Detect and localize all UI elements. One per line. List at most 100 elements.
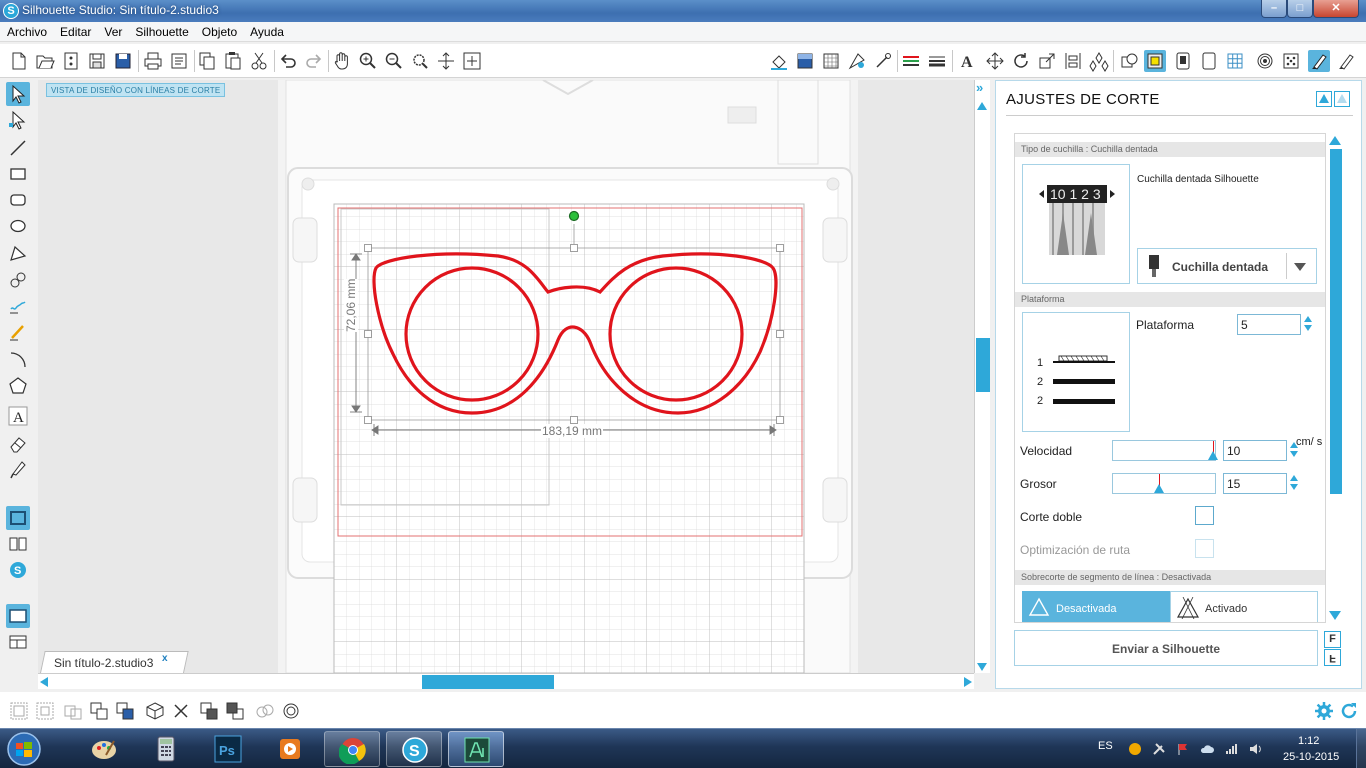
new-document-icon[interactable] — [8, 50, 30, 72]
menu-ver[interactable]: Ver — [97, 22, 128, 39]
polygon-tool-icon[interactable] — [6, 242, 30, 266]
line-style-icon[interactable] — [872, 50, 894, 72]
ungroup-icon[interactable] — [34, 700, 56, 722]
paint-icon[interactable] — [76, 731, 132, 767]
collapse-panel-icon[interactable]: » — [976, 81, 983, 94]
design-canvas[interactable]: VISTA DE DISEÑO CON LÍNEAS DE CORTE 72,0… — [38, 80, 974, 673]
panel-collapse-icon[interactable] — [1334, 91, 1350, 107]
line-thickness-icon[interactable] — [926, 50, 948, 72]
ellipse-tool-icon[interactable] — [6, 214, 30, 238]
offset-rings-icon[interactable] — [280, 700, 302, 722]
zoom-selection-icon[interactable] — [409, 50, 431, 72]
cut-settings-icon[interactable] — [1280, 50, 1302, 72]
drag-zoom-icon[interactable] — [435, 50, 457, 72]
panel-expand-icon[interactable] — [1316, 91, 1332, 107]
start-button[interactable] — [2, 730, 48, 768]
menu-ayuda[interactable]: Ayuda — [243, 22, 290, 39]
menu-silhouette[interactable]: Silhouette — [128, 22, 194, 39]
thickness-input[interactable]: 15 — [1223, 473, 1287, 494]
weld-icon[interactable] — [254, 700, 276, 722]
language-indicator[interactable]: ES — [1098, 740, 1113, 752]
thickness-spinner[interactable] — [1289, 473, 1299, 494]
trace-icon[interactable] — [1172, 50, 1194, 72]
scroll-down-icon[interactable] — [977, 663, 987, 671]
single-panel-icon[interactable] — [6, 604, 30, 628]
refresh-icon[interactable] — [1338, 700, 1360, 722]
eraser-icon[interactable] — [6, 432, 30, 456]
double-cut-checkbox[interactable] — [1195, 506, 1214, 525]
smooth-freehand-icon[interactable] — [6, 320, 30, 344]
speed-input[interactable]: 10 — [1223, 440, 1287, 461]
store-icon[interactable] — [1336, 50, 1358, 72]
menu-objeto[interactable]: Objeto — [195, 22, 243, 39]
volume-icon[interactable] — [1248, 742, 1262, 756]
cube-icon[interactable] — [144, 700, 166, 722]
align-icon[interactable] — [1062, 50, 1084, 72]
pan-hand-icon[interactable] — [331, 50, 353, 72]
rectangle-tool-icon[interactable] — [6, 162, 30, 186]
line-tool-icon[interactable] — [6, 136, 30, 160]
horizontal-scroll-thumb[interactable] — [422, 675, 554, 689]
line-color-icon[interactable] — [846, 50, 868, 72]
undo-icon[interactable] — [277, 50, 299, 72]
delete-icon[interactable] — [170, 700, 192, 722]
redo-icon[interactable] — [303, 50, 325, 72]
offset-icon[interactable] — [1144, 50, 1166, 72]
f-button-bottom[interactable]: F — [1324, 649, 1341, 666]
clock-date[interactable]: 25-10-2015 — [1283, 751, 1339, 763]
cut-lines-icon[interactable] — [900, 50, 922, 72]
fill-pattern-icon[interactable] — [820, 50, 842, 72]
page-setup-icon[interactable] — [1198, 50, 1220, 72]
modify-icon[interactable] — [1118, 50, 1140, 72]
platform-input[interactable]: 5 — [1237, 314, 1301, 335]
bring-forward-icon[interactable] — [198, 700, 220, 722]
tray-tools-icon[interactable] — [1152, 742, 1166, 756]
speed-slider[interactable] — [1112, 440, 1218, 461]
arc-tool-icon[interactable] — [6, 348, 30, 372]
tray-app-icon[interactable] — [1128, 742, 1142, 756]
app-icon[interactable]: S — [3, 3, 19, 19]
regular-polygon-icon[interactable] — [6, 374, 30, 398]
panel-scroll-thumb[interactable] — [1330, 149, 1342, 494]
online-store-icon[interactable]: S — [6, 558, 30, 582]
tray-cloud-icon[interactable] — [1200, 742, 1214, 756]
design-view-icon[interactable] — [6, 506, 30, 530]
illustrator-icon[interactable] — [448, 731, 504, 767]
fill-color-icon[interactable] — [768, 50, 790, 72]
edit-points-icon[interactable] — [6, 108, 30, 132]
thickness-slider[interactable] — [1112, 473, 1216, 494]
fit-to-page-icon[interactable] — [461, 50, 483, 72]
select-arrow-icon[interactable] — [6, 82, 30, 106]
cut-scissors-icon[interactable] — [248, 50, 270, 72]
chevron-down-icon[interactable] — [1294, 263, 1306, 271]
send-cut-icon[interactable] — [1308, 50, 1330, 72]
fill-gradient-icon[interactable] — [794, 50, 816, 72]
f-button-top[interactable]: F — [1324, 631, 1341, 648]
save-icon[interactable] — [86, 50, 108, 72]
print-icon[interactable] — [142, 50, 164, 72]
chrome-icon[interactable] — [324, 731, 380, 767]
zoom-out-icon[interactable] — [383, 50, 405, 72]
horizontal-scrollbar[interactable] — [38, 673, 974, 689]
minimize-button[interactable]: – — [1261, 0, 1287, 18]
make-compound-icon[interactable] — [62, 700, 84, 722]
show-desktop-button[interactable] — [1356, 729, 1366, 768]
rotate-handle[interactable] — [568, 210, 580, 222]
group-icon[interactable] — [8, 700, 30, 722]
menu-editar[interactable]: Editar — [53, 22, 97, 39]
route-optimization-checkbox[interactable] — [1195, 539, 1214, 558]
photoshop-icon[interactable]: Ps — [200, 731, 256, 767]
blade-type-select[interactable]: Cuchilla dentada — [1137, 248, 1317, 284]
rotate-icon[interactable] — [1010, 50, 1032, 72]
vertical-scroll-thumb[interactable] — [976, 338, 990, 392]
library-icon[interactable] — [60, 50, 82, 72]
calculator-icon[interactable] — [138, 731, 194, 767]
media-player-icon[interactable] — [262, 731, 318, 767]
overcut-on-button[interactable]: Activado — [1170, 591, 1318, 622]
rounded-rectangle-tool-icon[interactable] — [6, 188, 30, 212]
zoom-in-icon[interactable] — [357, 50, 379, 72]
panel-scrollbar[interactable] — [1327, 133, 1343, 623]
registration-icon[interactable] — [1254, 50, 1276, 72]
grid-icon[interactable] — [1224, 50, 1246, 72]
move-icon[interactable] — [984, 50, 1006, 72]
